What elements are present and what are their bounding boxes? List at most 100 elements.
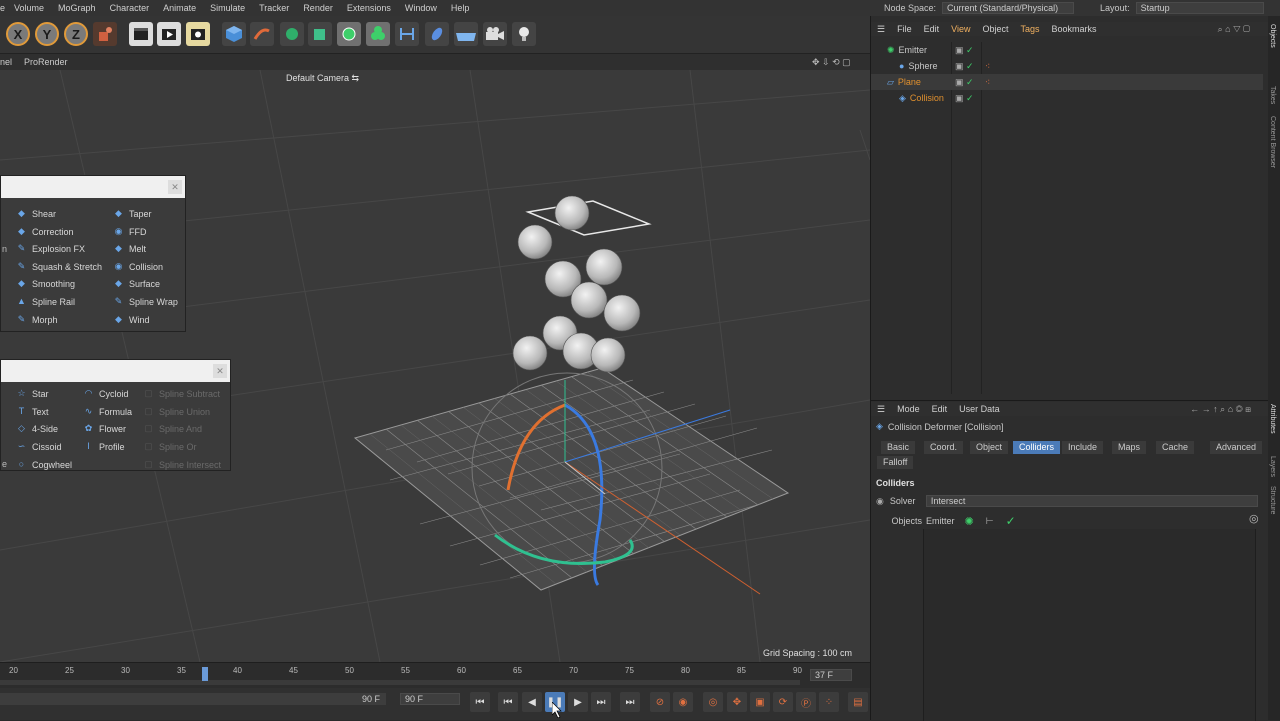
menu-tracker[interactable]: Tracker: [252, 3, 296, 13]
visibility-toggle[interactable]: ▣ ✓: [955, 77, 974, 88]
spline-star[interactable]: ☆ Star: [17, 385, 48, 402]
tab-include[interactable]: Include: [1062, 441, 1104, 454]
deformer-squash[interactable]: ✎ Squash & Stretch: [17, 258, 102, 275]
spline-profile[interactable]: I Profile: [84, 438, 124, 455]
deformer-wind[interactable]: ◆ Wind: [114, 311, 149, 328]
current-frame-field[interactable]: 37 F: [810, 669, 852, 681]
scale-key-icon[interactable]: ▣: [750, 692, 770, 712]
mograph-effector-icon[interactable]: [366, 22, 390, 46]
spline-formula[interactable]: ∿ Formula: [84, 403, 132, 420]
menu-render[interactable]: Render: [296, 3, 340, 13]
material-tag-icon[interactable]: ⁖: [985, 77, 990, 88]
sidetab-layers[interactable]: Layers: [1269, 456, 1276, 477]
end-frame-field[interactable]: 90 F: [400, 693, 460, 705]
attr-nav-icons[interactable]: ← → ↑ ⌕ ⌂ ◎ ⊞: [1184, 404, 1257, 415]
rotate-key-icon[interactable]: ⟳: [773, 692, 793, 712]
next-key-button[interactable]: ⏭: [591, 692, 611, 712]
objects-list-area[interactable]: [923, 529, 1256, 721]
keyframe-selection-icon[interactable]: ◎: [703, 692, 723, 712]
object-row-emitter[interactable]: ✺ Emitter ▣ ✓: [871, 42, 1263, 58]
attr-menu-mode[interactable]: Mode: [891, 404, 926, 414]
menu-character[interactable]: Character: [103, 3, 157, 13]
mograph-cloner-icon[interactable]: [337, 22, 361, 46]
visibility-toggle[interactable]: ▣ ✓: [955, 93, 974, 104]
layout-dropdown[interactable]: Startup: [1135, 2, 1264, 14]
om-menu-edit[interactable]: Edit: [918, 24, 946, 34]
timeline-ruler[interactable]: 20 25 30 35 40 45 50 55 60 65 70 75 80 85 90 37 F: [0, 662, 870, 688]
om-search-icons[interactable]: ⌕ ⌂ ▽ ▢: [1212, 24, 1256, 35]
deformer-bend-icon[interactable]: [395, 22, 419, 46]
render-region-icon[interactable]: [129, 22, 153, 46]
deformer-morph[interactable]: ✎ Morph: [17, 311, 58, 328]
sidetab-takes[interactable]: Takes: [1269, 86, 1276, 104]
subdivision-icon[interactable]: [280, 22, 304, 46]
objects-list[interactable]: Emitter ✺ ⊢ ✓: [926, 514, 1016, 528]
viewport-menu-prorender[interactable]: ProRender: [18, 57, 74, 67]
sidetab-attributes[interactable]: Attributes: [1269, 404, 1276, 434]
record-keys-icon[interactable]: ⊘: [650, 692, 670, 712]
visibility-toggle[interactable]: ▣ ✓: [955, 61, 974, 72]
om-menu-object[interactable]: Object: [976, 24, 1014, 34]
spline-cissoid[interactable]: ∽ Cissoid: [17, 438, 62, 455]
next-frame-button[interactable]: ▶: [568, 692, 588, 712]
object-row-sphere[interactable]: ● Sphere ▣ ✓ ⁖: [871, 58, 1263, 74]
tab-basic[interactable]: Basic: [881, 441, 916, 454]
tab-maps[interactable]: Maps: [1112, 441, 1147, 454]
om-menu-view[interactable]: View: [945, 24, 976, 34]
cube-icon[interactable]: [222, 22, 246, 46]
solver-dropdown[interactable]: Intersect: [925, 495, 1258, 507]
spline-flower[interactable]: ✿ Flower: [84, 420, 126, 437]
menu-window[interactable]: Window: [398, 3, 444, 13]
x-axis-lock-button[interactable]: X: [6, 22, 30, 46]
om-menu-bookmarks[interactable]: Bookmarks: [1046, 24, 1103, 34]
om-menu-file[interactable]: File: [891, 24, 918, 34]
spline-cycloid[interactable]: ◠ Cycloid: [84, 385, 129, 402]
array-icon[interactable]: [308, 22, 332, 46]
tab-falloff[interactable]: Falloff: [877, 456, 914, 469]
om-menu-tags[interactable]: Tags: [1014, 24, 1045, 34]
render-view-icon[interactable]: [157, 22, 181, 46]
pick-object-icon[interactable]: ◎: [1249, 512, 1259, 525]
spline-4side[interactable]: ◇ 4-Side: [17, 420, 58, 437]
timeline-playhead[interactable]: [202, 667, 209, 681]
go-to-end-button[interactable]: ⏭: [620, 692, 640, 712]
timeline-scrub-track[interactable]: [0, 680, 800, 685]
deformer-melt[interactable]: ◆ Melt: [114, 240, 146, 257]
camera-label[interactable]: Default Camera ⇆: [286, 73, 359, 84]
deformer-shear[interactable]: ◆ Shear: [17, 205, 56, 222]
start-frame-field[interactable]: 90 F: [362, 694, 380, 704]
menu-simulate[interactable]: Simulate: [203, 3, 252, 13]
render-settings-icon[interactable]: [186, 22, 210, 46]
close-icon[interactable]: ✕: [168, 180, 182, 194]
sidetab-objects[interactable]: Objects: [1269, 24, 1276, 48]
material-tag-icon[interactable]: ⁖: [985, 61, 990, 72]
hamburger-icon[interactable]: ☰: [871, 404, 891, 415]
y-axis-lock-button[interactable]: Y: [35, 22, 59, 46]
viewport-nav-icons[interactable]: ✥ ⇩ ⟲ ▢: [806, 57, 857, 68]
hierarchy-icon[interactable]: ⊢: [986, 516, 994, 527]
sidetab-structure[interactable]: Structure: [1269, 486, 1276, 514]
viewport-menu-panel[interactable]: nel: [0, 57, 18, 67]
coordinate-system-icon[interactable]: [93, 22, 117, 46]
autokey-icon[interactable]: ◉: [673, 692, 693, 712]
deformer-correction[interactable]: ◆ Correction: [17, 223, 73, 240]
attr-menu-userdata[interactable]: User Data: [953, 404, 1006, 414]
hamburger-icon[interactable]: ☰: [871, 24, 891, 35]
tab-advanced[interactable]: Advanced: [1210, 441, 1263, 454]
light-icon[interactable]: [512, 22, 536, 46]
tab-coord[interactable]: Coord.: [924, 441, 964, 454]
menu-extensions[interactable]: Extensions: [340, 3, 398, 13]
menu-animate[interactable]: Animate: [156, 3, 203, 13]
deformer-taper[interactable]: ◆ Taper: [114, 205, 151, 222]
spline-cogwheel[interactable]: ○ Cogwheel: [17, 456, 72, 473]
close-icon[interactable]: ✕: [213, 364, 227, 378]
3d-viewport[interactable]: Default Camera ⇆ Grid Spacing : 100 cm ✕…: [0, 70, 870, 662]
previous-key-button[interactable]: ⏮: [498, 692, 518, 712]
sidetab-content-browser[interactable]: Content Browser: [1269, 116, 1276, 168]
camera-icon[interactable]: [483, 22, 507, 46]
solver-radio-icon[interactable]: ◉: [876, 496, 884, 507]
tab-object[interactable]: Object: [970, 441, 1009, 454]
enabled-check-icon[interactable]: ✓: [1006, 514, 1016, 528]
deformer-ffd[interactable]: ◉ FFD: [114, 223, 147, 240]
param-key-icon[interactable]: Ⓟ: [796, 692, 816, 712]
